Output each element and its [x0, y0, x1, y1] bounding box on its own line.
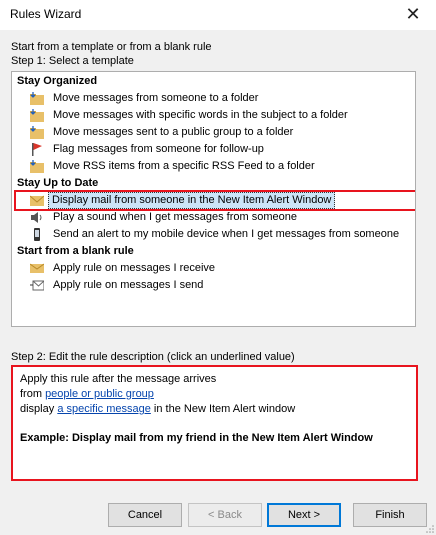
cancel-button[interactable]: Cancel: [108, 503, 182, 527]
template-item-label: Move messages with specific words in the…: [53, 109, 348, 121]
template-item-label: Apply rule on messages I receive: [53, 262, 216, 274]
close-icon[interactable]: ✕: [390, 0, 436, 30]
template-item-label: Flag messages from someone for follow-up: [53, 143, 264, 155]
intro-line-1: Start from a template or from a blank ru…: [11, 41, 212, 53]
description-line-2: from people or public group: [20, 388, 154, 400]
template-item-display-alert[interactable]: Display mail from someone in the New Ite…: [14, 190, 415, 211]
template-item-label: Move messages sent to a public group to …: [53, 126, 294, 138]
resize-grip-icon[interactable]: [426, 525, 434, 533]
next-button[interactable]: Next >: [267, 503, 341, 527]
finish-button[interactable]: Finish: [353, 503, 427, 527]
template-item-label: Send an alert to my mobile device when I…: [53, 228, 400, 240]
speaker-icon: [31, 212, 42, 223]
folder-move-icon: [30, 92, 44, 105]
title-bar: Rules Wizard ✕: [0, 0, 436, 30]
description-suffix: in the New Item Alert window: [153, 403, 296, 415]
envelope-icon: [30, 263, 44, 273]
template-item-label: Display mail from someone in the New Ite…: [48, 192, 336, 209]
alert-window-icon: [30, 195, 44, 206]
rule-description: Apply this rule after the message arrive…: [11, 365, 418, 481]
group-blank-rule: Start from a blank rule: [17, 245, 134, 257]
template-item-label: Apply rule on messages I send: [53, 279, 204, 291]
step1-label: Step 1: Select a template: [11, 55, 134, 67]
people-or-public-group-link[interactable]: people or public group: [45, 388, 154, 400]
intro-text: Start from a template or from a blank ru…: [11, 40, 212, 68]
step2-label: Step 2: Edit the rule description (click…: [11, 351, 295, 363]
flag-icon: [32, 143, 42, 156]
description-line-1: Apply this rule after the message arrive…: [20, 373, 217, 385]
specific-message-link[interactable]: a specific message: [57, 403, 151, 415]
group-stay-organized: Stay Organized: [17, 75, 98, 87]
back-button[interactable]: < Back: [188, 503, 262, 527]
mobile-phone-icon: [34, 228, 40, 241]
description-from: from: [20, 388, 42, 400]
template-item-label: Play a sound when I get messages from so…: [53, 211, 297, 223]
folder-move-icon: [30, 160, 44, 173]
window-title: Rules Wizard: [10, 7, 82, 21]
template-item-label: Move messages from someone to a folder: [53, 92, 259, 104]
folder-move-icon: [30, 126, 44, 139]
template-item-label: Move RSS items from a specific RSS Feed …: [53, 160, 315, 172]
folder-move-icon: [30, 109, 44, 122]
rule-example: Example: Display mail from my friend in …: [20, 432, 373, 444]
description-line-3: display a specific message in the New It…: [20, 403, 295, 415]
description-display: display: [20, 403, 55, 415]
template-list[interactable]: Stay Organized Move messages from someon…: [11, 71, 416, 327]
send-envelope-icon: [30, 280, 44, 291]
group-stay-up-to-date: Stay Up to Date: [17, 177, 99, 189]
